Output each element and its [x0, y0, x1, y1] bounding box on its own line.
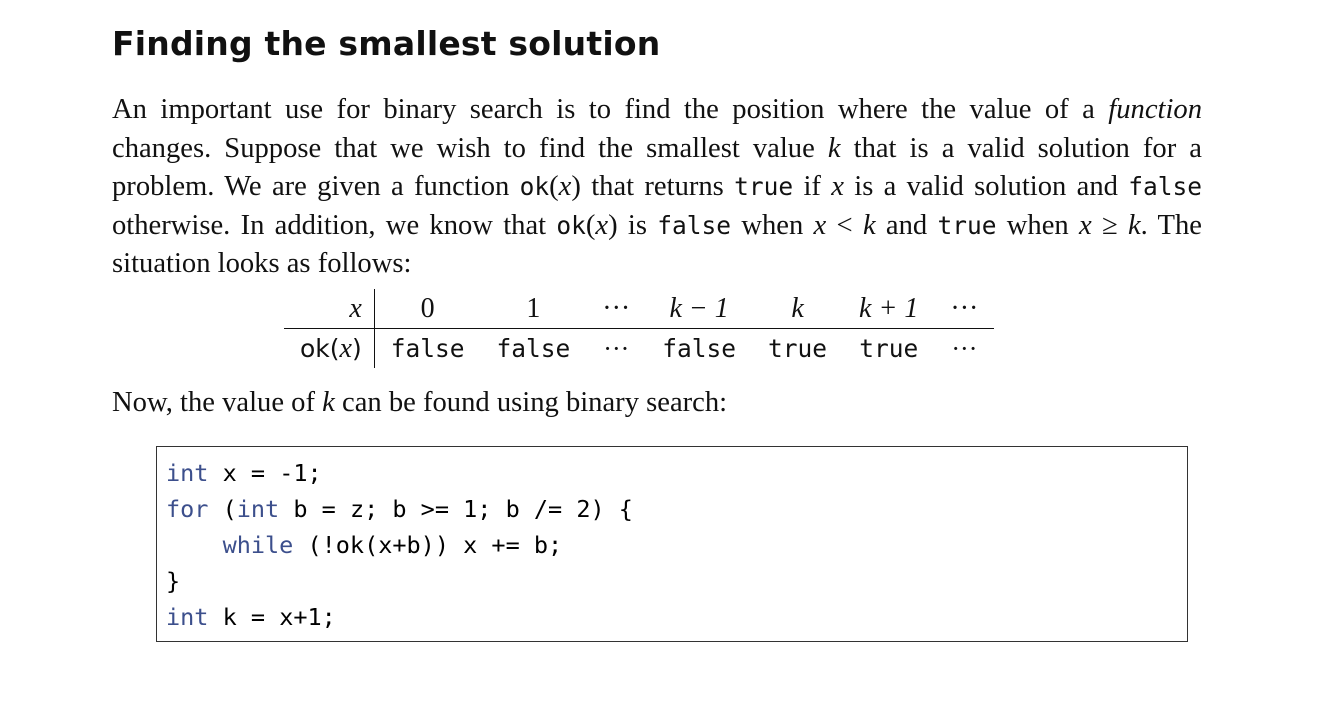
table-cell: true	[768, 334, 828, 363]
text-run: otherwise. In addition, we know that	[112, 209, 557, 241]
math-x: x	[558, 171, 572, 203]
text-run: can be found using binary search:	[334, 387, 728, 418]
table-cell: ···	[586, 289, 647, 329]
code-true: true	[734, 172, 794, 202]
code-text: b = z; b >= 1; b /= 2) {	[279, 495, 633, 523]
code-text: x = -1;	[208, 459, 322, 487]
table-cell: false	[390, 334, 465, 363]
code-listing: int x = -1; for (int b = z; b >= 1; b /=…	[156, 446, 1188, 642]
code-text: (!ok(x+b)) x += b;	[293, 531, 563, 559]
row-label-ok: ok(x)	[284, 328, 375, 368]
math-ge: ≥	[1101, 209, 1118, 241]
math-x: x	[813, 209, 827, 241]
table-cell: 1	[480, 289, 587, 329]
table-row: x 0 1 ··· k − 1 k k + 1 ···	[284, 289, 995, 329]
math-x: x	[831, 171, 844, 203]
code-ok: ok	[556, 210, 586, 240]
text-run: changes. Suppose that we wish to find th…	[112, 132, 828, 164]
intro-paragraph: An important use for binary search is to…	[112, 94, 1202, 280]
code-false: false	[1128, 172, 1202, 202]
keyword: int	[166, 603, 209, 631]
label-x: x	[339, 332, 352, 364]
table-cell: ···	[934, 289, 995, 329]
table-cell: ···	[603, 333, 630, 363]
text-run: when	[731, 209, 814, 241]
text-run: if	[793, 171, 832, 203]
keyword: int	[166, 459, 209, 487]
code-ok: ok	[519, 172, 550, 202]
keyword: int	[236, 495, 280, 523]
table-cell: false	[496, 334, 571, 363]
table-cell: false	[662, 334, 737, 363]
keyword: while	[222, 531, 294, 559]
math-k: k	[862, 209, 876, 241]
math-k: k	[827, 132, 841, 164]
text-run: and	[875, 209, 938, 241]
text-run: An important use for binary search is to…	[112, 94, 1109, 125]
ok-function-table: x 0 1 ··· k − 1 k k + 1 ··· ok(x) false …	[284, 289, 995, 368]
row-label-x: x	[284, 289, 375, 329]
math-k: k	[1127, 209, 1141, 241]
binary-search-paragraph: Now, the value of k can be found using b…	[112, 384, 727, 422]
table-row: ok(x) false false ··· false true true ··…	[284, 328, 994, 368]
table-cell: true	[859, 334, 919, 363]
keyword: for	[166, 495, 209, 523]
table-cell: k + 1	[843, 289, 935, 329]
section-title: Finding the smallest solution	[112, 24, 661, 63]
text-run: Now, the value of	[112, 387, 323, 418]
code-text: (	[208, 495, 237, 523]
code-block: int x = -1; for (int b = z; b >= 1; b /=…	[166, 455, 1187, 635]
code-text: k = x+1;	[208, 603, 336, 631]
document-body: Finding the smallest solution An importa…	[112, 22, 1202, 284]
text-run: when	[996, 209, 1079, 241]
emphasis-function: function	[1108, 94, 1202, 125]
table-cell: k − 1	[646, 289, 753, 329]
math-lt: <	[836, 209, 853, 241]
table-cell: 0	[374, 289, 481, 329]
text-run: that returns	[580, 171, 735, 203]
text-run: is a valid solution and	[843, 171, 1129, 203]
math-k: k	[322, 387, 335, 418]
code-true: true	[937, 210, 997, 240]
math-x: x	[1078, 209, 1092, 241]
label-ok: ok	[300, 333, 330, 363]
text-run: is	[617, 209, 658, 241]
table-cell: k	[752, 289, 844, 329]
code-false: false	[657, 210, 732, 240]
code-text: }	[166, 567, 181, 595]
table-cell: ···	[951, 333, 978, 363]
math-x: x	[595, 209, 609, 241]
